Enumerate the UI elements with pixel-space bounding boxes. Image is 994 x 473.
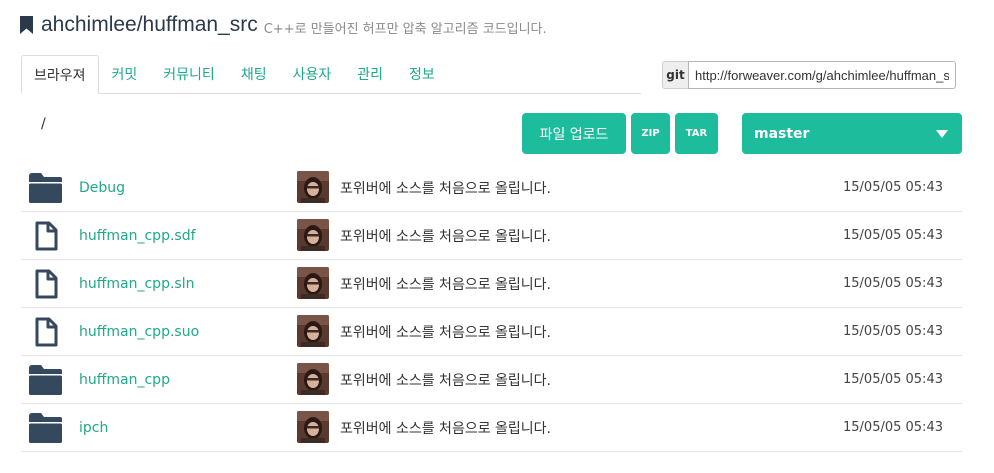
tab-browser[interactable]: 브라우져 bbox=[21, 55, 99, 94]
git-protocol-label: git bbox=[662, 61, 688, 89]
file-row[interactable]: huffman_cpp 포위버에 소스를 처음으로 올립니다. 15/05/05 0… bbox=[21, 356, 962, 404]
repo-header: ahchimlee/huffman_src C++로 만들어진 허프만 압축 알… bbox=[20, 10, 547, 40]
caret-down-icon bbox=[936, 129, 948, 138]
clone-url-group: git bbox=[662, 61, 956, 89]
upload-file-button[interactable]: 파일 업로드 bbox=[522, 113, 626, 154]
commit-date: 15/05/05 05:43 bbox=[843, 180, 943, 195]
file-row[interactable]: huffman_cpp.suo 포위버에 소스를 처음으로 올립니다. 15/05/… bbox=[21, 308, 962, 356]
commit-message[interactable]: 포위버에 소스를 처음으로 올립니다. bbox=[340, 178, 551, 198]
commit-message[interactable]: 포위버에 소스를 처음으로 올립니다. bbox=[340, 418, 551, 438]
file-icon bbox=[29, 221, 62, 251]
commit-date: 15/05/05 05:43 bbox=[843, 420, 943, 435]
commit-message[interactable]: 포위버에 소스를 처음으로 올립니다. bbox=[340, 322, 551, 342]
file-name-link[interactable]: huffman_cpp bbox=[79, 372, 170, 388]
file-row[interactable]: Debug 포위버에 소스를 처음으로 올립니다. 15/05/05 05:43 bbox=[21, 164, 962, 212]
file-name-link[interactable]: Debug bbox=[79, 180, 125, 196]
tab-info[interactable]: 정보 bbox=[396, 55, 448, 93]
avatar[interactable] bbox=[297, 363, 329, 395]
branch-label: master bbox=[754, 125, 810, 142]
file-icon bbox=[29, 317, 62, 347]
download-zip-button[interactable]: ZIP bbox=[631, 113, 670, 154]
folder-icon bbox=[29, 365, 62, 395]
avatar[interactable] bbox=[297, 219, 329, 251]
avatar[interactable] bbox=[297, 315, 329, 347]
file-row[interactable]: huffman_cpp.sdf 포위버에 소스를 처음으로 올립니다. 15/05/… bbox=[21, 212, 962, 260]
repo-title[interactable]: ahchimlee/huffman_src bbox=[41, 13, 258, 37]
file-row[interactable]: huffman_cpp.sln 포위버에 소스를 처음으로 올립니다. 15/05/… bbox=[21, 260, 962, 308]
tab-community[interactable]: 커뮤니티 bbox=[150, 55, 228, 93]
tab-chat[interactable]: 채팅 bbox=[228, 55, 280, 93]
avatar[interactable] bbox=[297, 171, 329, 203]
file-name-link[interactable]: huffman_cpp.sln bbox=[79, 276, 194, 292]
file-name-link[interactable]: huffman_cpp.sdf bbox=[79, 228, 196, 244]
commit-message[interactable]: 포위버에 소스를 처음으로 올립니다. bbox=[340, 274, 551, 294]
file-row[interactable]: ipch 포위버에 소스를 처음으로 올립니다. 15/05/05 05:43 bbox=[21, 404, 962, 452]
repo-description: C++로 만들어진 허프만 압축 알고리즘 코드입니다. bbox=[263, 22, 547, 37]
tab-users[interactable]: 사용자 bbox=[280, 55, 345, 93]
folder-icon bbox=[29, 173, 62, 203]
folder-icon bbox=[29, 413, 62, 443]
avatar[interactable] bbox=[297, 411, 329, 443]
branch-select[interactable]: master bbox=[742, 113, 962, 154]
commit-date: 15/05/05 05:43 bbox=[843, 324, 943, 339]
commit-date: 15/05/05 05:43 bbox=[843, 276, 943, 291]
file-icon bbox=[29, 269, 62, 299]
commit-date: 15/05/05 05:43 bbox=[843, 228, 943, 243]
commit-date: 15/05/05 05:43 bbox=[843, 372, 943, 387]
avatar[interactable] bbox=[297, 267, 329, 299]
commit-message[interactable]: 포위버에 소스를 처음으로 올립니다. bbox=[340, 370, 551, 390]
repo-tabs: 브라우져 커밋 커뮤니티 채팅 사용자 관리 정보 bbox=[21, 55, 641, 94]
download-tar-button[interactable]: TAR bbox=[675, 113, 718, 154]
file-name-link[interactable]: ipch bbox=[79, 420, 108, 436]
bookmark-icon bbox=[20, 16, 33, 34]
commit-message[interactable]: 포위버에 소스를 처음으로 올립니다. bbox=[340, 226, 551, 246]
file-name-link[interactable]: huffman_cpp.suo bbox=[79, 324, 199, 340]
file-list: Debug 포위버에 소스를 처음으로 올립니다. 15/05/05 05:43 hu… bbox=[21, 164, 962, 452]
clone-url-input[interactable] bbox=[688, 61, 956, 89]
tab-commits[interactable]: 커밋 bbox=[99, 55, 151, 93]
current-path: / bbox=[41, 116, 46, 132]
tab-admin[interactable]: 관리 bbox=[344, 55, 396, 93]
